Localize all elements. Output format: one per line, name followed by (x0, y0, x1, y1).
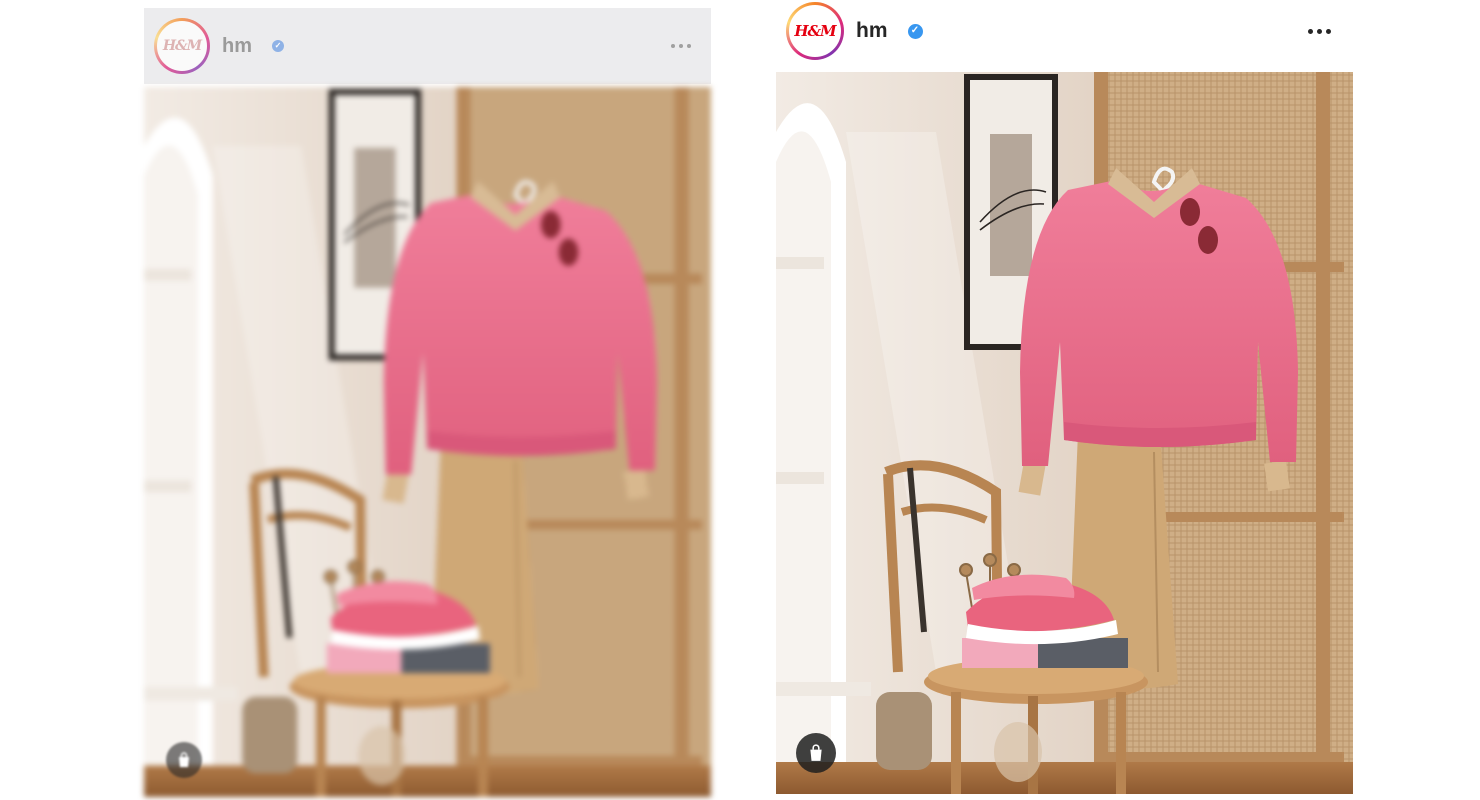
hm-logo: H&M (162, 38, 202, 54)
hm-logo: H&M (794, 22, 836, 40)
account-avatar[interactable]: H&M (786, 2, 844, 60)
verified-badge-icon: ✓ (907, 23, 923, 39)
instagram-post-blurred: H&M hm ✓ (144, 0, 711, 800)
more-options-icon[interactable] (1308, 28, 1331, 34)
verified-badge-icon: ✓ (272, 40, 284, 52)
post-header: H&M hm ✓ (144, 8, 711, 84)
shopping-bag-icon[interactable] (796, 733, 836, 773)
shopping-bag-icon[interactable] (166, 742, 202, 778)
account-username[interactable]: hm (856, 19, 888, 43)
account-username[interactable]: hm (222, 35, 252, 58)
account-avatar[interactable]: H&M (154, 18, 210, 74)
post-photo (144, 87, 711, 797)
post-header: H&M hm ✓ (786, 2, 1343, 60)
more-options-icon[interactable] (671, 44, 691, 48)
instagram-post-sharp: H&M hm ✓ (776, 0, 1353, 800)
post-photo (776, 72, 1353, 794)
